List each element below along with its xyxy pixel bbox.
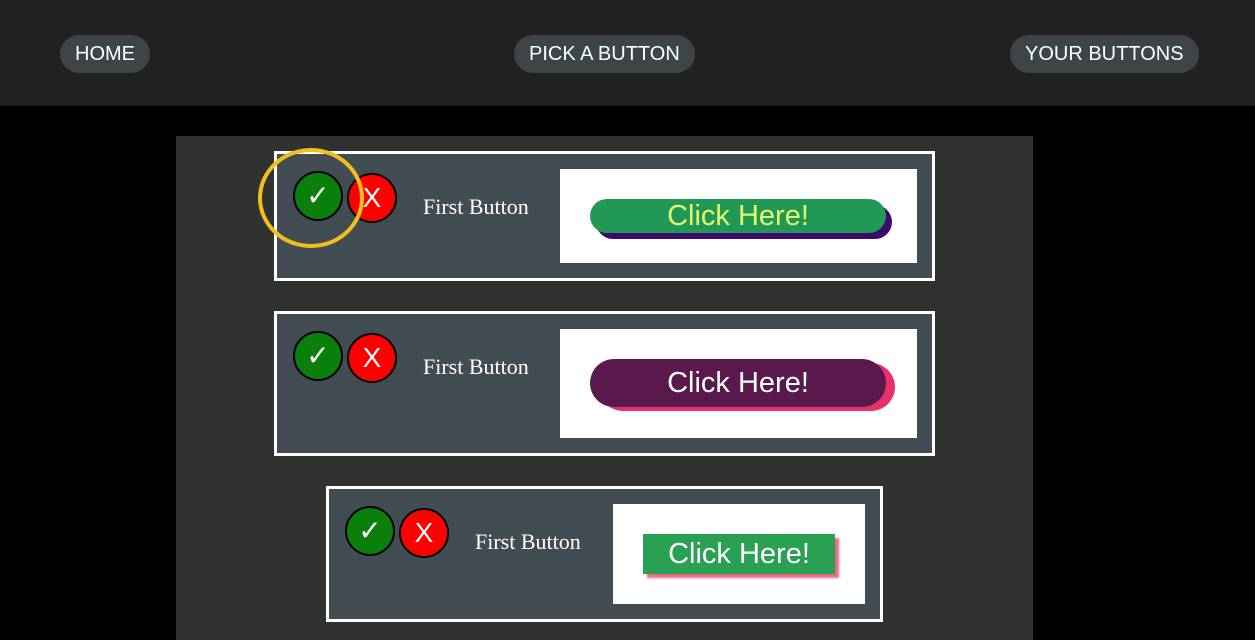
nav-home-button[interactable]: HOME (60, 35, 150, 73)
reject-button[interactable]: X (347, 333, 397, 383)
button-card-2: ✓ X First Button Click Here! (274, 311, 935, 456)
demo-click-here-button[interactable]: Click Here! (643, 534, 835, 574)
reject-button[interactable]: X (399, 508, 449, 558)
check-icon: ✓ (306, 339, 330, 372)
check-icon: ✓ (358, 514, 382, 547)
accept-button[interactable]: ✓ (293, 171, 343, 221)
top-nav-bar: HOME PICK A BUTTON YOUR BUTTONS (0, 0, 1255, 106)
x-icon: X (362, 182, 382, 213)
x-icon: X (414, 517, 434, 548)
accept-button[interactable]: ✓ (293, 331, 343, 381)
demo-click-here-button[interactable]: Click Here! (590, 359, 886, 407)
button-card-label: First Button (423, 194, 529, 219)
x-icon: X (362, 342, 382, 373)
nav-pick-a-button-button[interactable]: PICK A BUTTON (514, 35, 695, 73)
button-preview: Click Here! (613, 504, 865, 604)
button-preview: Click Here! (560, 329, 917, 438)
button-card-label: First Button (475, 529, 581, 554)
button-card-label: First Button (423, 354, 529, 379)
reject-button[interactable]: X (347, 173, 397, 223)
button-preview: Click Here! (560, 169, 917, 263)
nav-your-buttons-button[interactable]: YOUR BUTTONS (1010, 35, 1199, 73)
button-card-3: ✓ X First Button Click Here! (326, 486, 883, 622)
button-card-1: ✓ X First Button Click Here! (274, 151, 935, 281)
accept-button[interactable]: ✓ (345, 506, 395, 556)
demo-click-here-button[interactable]: Click Here! (590, 199, 886, 233)
check-icon: ✓ (306, 179, 330, 212)
